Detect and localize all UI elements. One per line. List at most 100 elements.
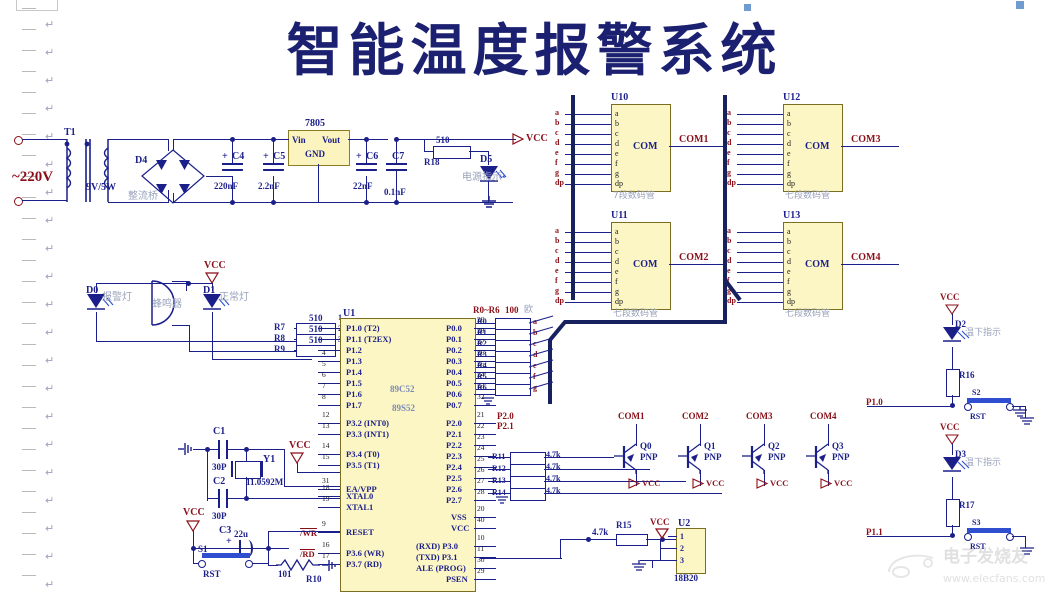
- reset-switch-s1-terminal-a[interactable]: [198, 560, 206, 568]
- vcc-label-ea: VCC: [289, 440, 311, 451]
- mains-terminal-live: [14, 136, 23, 145]
- indicator-resistor-ref: R17: [959, 500, 975, 510]
- cap-c4-value: 220nF: [214, 181, 239, 191]
- binding-dash: [22, 470, 36, 471]
- paragraph-mark: ↵: [45, 410, 55, 423]
- mcu-pin-label-P2.2: P2.2: [446, 440, 462, 450]
- wire: [1012, 536, 1026, 537]
- binding-dash: [22, 323, 36, 324]
- segment-res-unit: 欧: [524, 305, 534, 315]
- segment-res-range: R0~R6: [473, 305, 500, 315]
- resistor-r8-value: 510: [309, 324, 323, 334]
- binding-dash: [22, 239, 36, 240]
- wire: [294, 339, 296, 340]
- mcu-pin-lead: [318, 339, 340, 340]
- indicator-resistor-body: [946, 499, 960, 527]
- mcu-pin-label-P3.3INT1: P3.3 (INT1): [346, 429, 389, 439]
- resistor-r14-body: [510, 488, 546, 501]
- indicator-switch-label: RST: [970, 412, 986, 421]
- paragraph-mark: ↵: [45, 18, 55, 31]
- vcc-arrow-transistor: [628, 478, 641, 489]
- mcu-pin-number-26: 26: [477, 465, 485, 474]
- binding-dash: [22, 344, 36, 345]
- transistor-type: PNP: [832, 452, 850, 462]
- mcu-pin-number-14: 14: [322, 441, 330, 450]
- display-bus: [548, 300, 727, 404]
- indicator-switch-bar[interactable]: [967, 398, 1011, 403]
- mcu-pin-number-28: 28: [477, 487, 485, 496]
- cap-c5-value: 2.2nF: [258, 181, 280, 191]
- mcu-pin-number-6: 6: [322, 370, 326, 379]
- mcu-pin-label-P3.4T0: P3.4 (T0): [346, 449, 380, 459]
- mcu-pin-label-P3.2INT0: P3.2 (INT0): [346, 418, 389, 428]
- transistor-com-label: COM1: [618, 411, 645, 421]
- ground-symbol-psu: [482, 196, 496, 208]
- transistor-type: PNP: [768, 452, 786, 462]
- transistor-type: PNP: [704, 452, 722, 462]
- indicator-switch-terminal-a[interactable]: [964, 403, 972, 411]
- mcu-pin-number-15: 15: [322, 452, 330, 461]
- vcc-arrow-sensor: [654, 528, 670, 540]
- mcu-pin-label-P3.7RD: P3.7 (RD): [346, 559, 382, 569]
- cap-c7-ref: C7: [392, 151, 405, 162]
- mcu-pin-number-4: 4: [322, 348, 326, 357]
- binding-dash: [22, 491, 36, 492]
- mcu-pin-label-P0.1: P0.1: [446, 334, 462, 344]
- mcu-pin-label-XTAL0: XTAL0: [346, 491, 374, 501]
- indicator-led-note: 温下指示: [965, 328, 1002, 338]
- led-d1-ref: D1: [203, 285, 216, 296]
- cap-c3-polar: +: [226, 536, 232, 547]
- indicator-port-label: P1.1: [866, 527, 883, 537]
- wire: [294, 350, 296, 351]
- led-d0-note: 报警灯: [102, 292, 132, 303]
- resistor-r7-value: 510: [309, 313, 323, 323]
- mains-terminal-neutral: [14, 197, 23, 206]
- indicator-switch-terminal-b[interactable]: [1006, 533, 1014, 541]
- regulator-ref: 7805: [305, 118, 325, 129]
- indicator-switch-terminal-a[interactable]: [964, 533, 972, 541]
- binding-dash: [22, 155, 36, 156]
- ground-symbol-reset: [322, 560, 336, 571]
- paragraph-mark: ↵: [45, 46, 55, 59]
- mcu-pin-number-36: 36: [477, 348, 485, 357]
- reset-switch-s1-terminal-b[interactable]: [245, 560, 253, 568]
- mcu-part-alt: 89S52: [392, 403, 416, 413]
- binding-dash: [22, 512, 36, 513]
- mcu-pin-label-VSS: VSS: [451, 512, 467, 522]
- binding-dash: [22, 302, 36, 303]
- display-pin-b: b: [787, 237, 791, 246]
- vcc-label-sensor: VCC: [650, 517, 670, 527]
- mcu-pin-label-P3.5T1: P3.5 (T1): [346, 460, 380, 470]
- segment-res-value: 100: [505, 305, 519, 315]
- mcu-pin-number-11: 11: [477, 544, 485, 553]
- mcu-pin-number-38: 38: [477, 326, 485, 335]
- binding-dash: [22, 365, 36, 366]
- mcu-pin-number-7: 7: [322, 381, 326, 390]
- binding-dash: [22, 428, 36, 429]
- resistor-r10-ref: R10: [306, 574, 322, 584]
- mcu-pin-lead: [318, 507, 340, 508]
- led-symbol: [943, 457, 970, 472]
- paragraph-mark: ↵: [45, 130, 55, 143]
- binding-dash: [22, 533, 36, 534]
- display-note: 七段数码管: [785, 191, 831, 201]
- reset-switch-s1-bar[interactable]: [202, 553, 250, 558]
- vcc-label-reset: VCC: [183, 507, 205, 518]
- binding-dash: [22, 260, 36, 261]
- mcu-pin-number-22: 22: [477, 421, 485, 430]
- mcu-pin-label-P1.3: P1.3: [346, 356, 362, 366]
- transistor-ref: Q3: [832, 441, 844, 451]
- port-label-p20: P2.0: [497, 411, 514, 421]
- cap-c7-value: 0.1nF: [384, 187, 406, 197]
- display-pin-d: d: [787, 139, 791, 148]
- mcu-pin-label-P2.3: P2.3: [446, 451, 462, 461]
- reset-switch-s1-ref: S1: [198, 544, 208, 554]
- mcu-pin-number-16: 16: [322, 540, 330, 549]
- mcu-pin-lead: [318, 434, 340, 435]
- mcu-pin-lead: [318, 405, 340, 406]
- mcu-pin-number-27: 27: [477, 476, 485, 485]
- indicator-switch-bar[interactable]: [967, 528, 1011, 533]
- paragraph-mark: ↵: [45, 438, 55, 451]
- indicator-led-note: 温下指示: [965, 458, 1002, 468]
- wire: [488, 493, 510, 494]
